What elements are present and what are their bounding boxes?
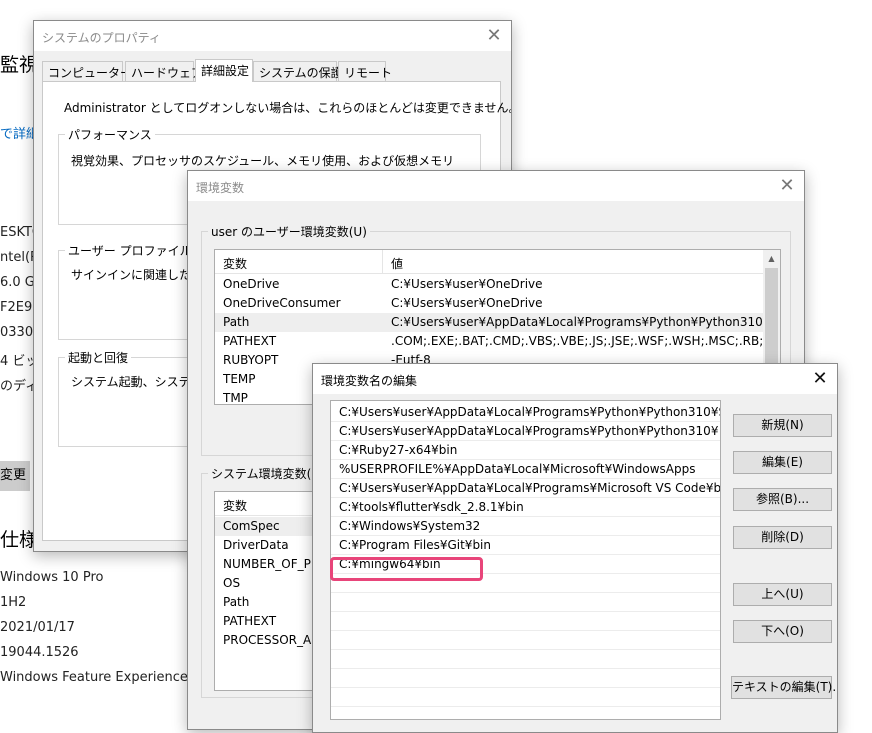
rename-pc-button[interactable]: 変更: [0, 461, 30, 491]
user-var-row-selected[interactable]: Path C:¥Users¥user¥AppData¥Local¥Program…: [215, 313, 763, 332]
var-name: OneDrive: [223, 277, 280, 291]
path-text: C:¥Users¥user¥AppData¥Local¥Programs¥Pyt…: [339, 424, 719, 438]
var-name: OneDriveConsumer: [223, 296, 341, 310]
empty-row[interactable]: [331, 631, 720, 650]
scroll-thumb[interactable]: [765, 268, 778, 363]
tab-system-protection[interactable]: システムの保護: [253, 61, 343, 81]
titlebar[interactable]: 環境変数名の編集 ✕: [313, 364, 837, 394]
tab-advanced[interactable]: 詳細設定: [195, 59, 253, 82]
empty-row[interactable]: [331, 593, 720, 612]
var-value: .COM;.EXE;.BAT;.CMD;.VBS;.VBE;.JS;.JSE;.…: [391, 334, 763, 348]
user-var-row[interactable]: OneDriveConsumer C:¥Users¥user¥OneDrive: [215, 294, 763, 313]
col-value[interactable]: 値: [391, 255, 403, 272]
user-var-row[interactable]: PATHEXT .COM;.EXE;.BAT;.CMD;.VBS;.VBE;.J…: [215, 332, 763, 351]
version: 1H2: [0, 595, 27, 610]
performance-desc: 視覚効果、プロセッサのスケジュール、メモリ使用、および仮想メモリ: [71, 154, 455, 168]
var-value: C:¥Users¥user¥OneDrive: [391, 296, 543, 310]
path-text: %USERPROFILE%¥AppData¥Local¥Microsoft¥Wi…: [339, 462, 696, 476]
path-entry[interactable]: %USERPROFILE%¥AppData¥Local¥Microsoft¥Wi…: [331, 460, 720, 479]
list-header: 変数 値: [215, 250, 763, 274]
empty-row[interactable]: [331, 688, 720, 707]
edition: Windows 10 Pro: [0, 570, 104, 585]
var-value: C:¥Users¥user¥OneDrive: [391, 277, 543, 291]
path-text: C:¥tools¥flutter¥sdk_2.8.1¥bin: [339, 500, 524, 514]
move-down-button[interactable]: 下へ(O): [733, 620, 832, 643]
os-build: 19044.1526: [0, 645, 79, 660]
admin-note: Administrator としてログオンしない場合は、これらのほとんどは変更で…: [64, 101, 512, 115]
path-text: C:¥Ruby27-x64¥bin: [339, 443, 458, 457]
tab-remote[interactable]: リモート: [338, 61, 392, 81]
close-icon[interactable]: ✕: [477, 21, 511, 51]
window-title: 環境変数: [196, 181, 245, 195]
titlebar[interactable]: 環境変数 ✕: [188, 171, 804, 201]
col-variable[interactable]: 変数: [223, 255, 247, 272]
path-text: C:¥Users¥user¥AppData¥Local¥Programs¥Mic…: [339, 481, 721, 495]
move-up-button[interactable]: 上へ(U): [733, 583, 832, 606]
titlebar[interactable]: システムのプロパティ ✕: [34, 21, 511, 51]
path-entry[interactable]: C:¥Users¥user¥AppData¥Local¥Programs¥Pyt…: [331, 422, 720, 441]
window-title: 環境変数名の編集: [321, 374, 418, 388]
performance-label: パフォーマンス: [65, 126, 155, 143]
edit-env-var-window: 環境変数名の編集 ✕ C:¥Users¥user¥AppData¥Local¥P…: [312, 363, 838, 733]
path-text: C:¥Windows¥System32: [339, 519, 481, 533]
edit-text-button[interactable]: テキストの編集(T)...: [731, 676, 837, 699]
var-value: C:¥Users¥user¥AppData¥Local¥Programs¥Pyt…: [391, 315, 763, 329]
path-text: C:¥Users¥user¥AppData¥Local¥Programs¥Pyt…: [339, 405, 720, 419]
tab-hardware[interactable]: ハードウェア: [125, 61, 203, 81]
path-entry[interactable]: C:¥Users¥user¥AppData¥Local¥Programs¥Mic…: [331, 479, 720, 498]
new-button[interactable]: 新規(N): [733, 414, 832, 437]
window-title: システムのプロパティ: [42, 31, 161, 45]
path-entry[interactable]: C:¥Ruby27-x64¥bin: [331, 441, 720, 460]
path-entry[interactable]: C:¥Users¥user¥AppData¥Local¥Programs¥Pyt…: [331, 403, 720, 422]
browse-button[interactable]: 参照(B)...: [733, 488, 832, 511]
empty-row[interactable]: [331, 612, 720, 631]
user-vars-label: user のユーザー環境変数(U): [208, 223, 370, 240]
path-text: C:¥Program Files¥Git¥bin: [339, 538, 491, 552]
highlight-annotation: [330, 557, 483, 581]
path-entry[interactable]: C:¥Windows¥System32: [331, 517, 720, 536]
path-entry[interactable]: C:¥tools¥flutter¥sdk_2.8.1¥bin: [331, 498, 720, 517]
experience: Windows Feature Experience Pac: [0, 670, 215, 685]
tab-computer-name[interactable]: コンピューター名: [42, 61, 144, 81]
startup-recovery-label: 起動と回復: [65, 349, 132, 366]
install-date: 2021/01/17: [0, 620, 75, 635]
empty-row[interactable]: [331, 650, 720, 669]
scroll-up-icon[interactable]: ▲: [763, 250, 780, 267]
empty-row[interactable]: [331, 707, 720, 719]
col-variable[interactable]: 変数: [223, 497, 247, 514]
close-icon[interactable]: ✕: [803, 364, 837, 394]
edit-button[interactable]: 編集(E): [733, 451, 832, 474]
var-name: Path: [223, 315, 250, 329]
empty-row[interactable]: [331, 669, 720, 688]
delete-button[interactable]: 削除(D): [733, 526, 832, 549]
path-entry[interactable]: C:¥Program Files¥Git¥bin: [331, 536, 720, 555]
col-divider[interactable]: [382, 250, 383, 274]
user-var-row[interactable]: OneDrive C:¥Users¥user¥OneDrive: [215, 275, 763, 294]
user-profile-label: ユーザー プロファイル: [65, 242, 195, 259]
system-vars-label: システム環境変数(S): [208, 465, 327, 482]
close-icon[interactable]: ✕: [770, 171, 804, 201]
var-name: PATHEXT: [223, 334, 277, 348]
